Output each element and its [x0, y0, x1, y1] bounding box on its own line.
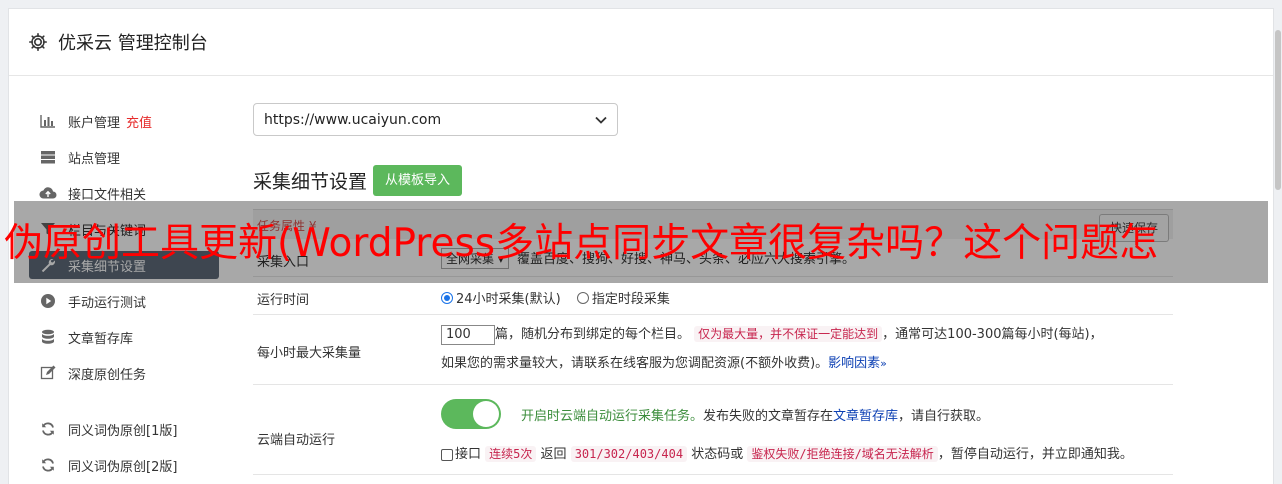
sidebar-item-label: 手动运行测试: [68, 295, 147, 311]
row-label: 运行时间: [257, 293, 310, 308]
cloud-auto-toggle[interactable]: [441, 399, 501, 429]
influence-factors-link[interactable]: 影响因素: [828, 356, 880, 371]
site-select[interactable]: https://www.ucaiyun.com: [253, 103, 618, 136]
radio-24h[interactable]: 24小时采集(默认): [441, 288, 561, 307]
sidebar-item-label: 深度原创任务: [68, 367, 147, 383]
sidebar-item-account[interactable]: 账户管理 充值: [29, 107, 219, 135]
cloud-text-4: 状态码或: [691, 447, 744, 462]
sidebar-item-sites[interactable]: 站点管理: [29, 143, 219, 171]
cloud-auto-green-text: 开启时云端自动运行采集任务。: [521, 408, 704, 424]
max-per-hour-input[interactable]: 100: [441, 324, 495, 345]
max-text-3: 如果您的需求量较大，请联系在线客服为您调配资源(不额外收费)。: [441, 356, 829, 371]
cloud-text-1: 发布失败的文章暂存在: [703, 408, 834, 424]
row-label: 每小时最大采集量: [257, 346, 362, 361]
cloud-text-2: ，请自行获取。: [898, 408, 990, 424]
checkbox-label: 接口: [455, 447, 482, 462]
sidebar-item-manual-run[interactable]: 手动运行测试: [29, 287, 219, 315]
refresh-icon: [39, 421, 57, 437]
radio-dot: [441, 291, 453, 304]
api-checkbox[interactable]: [441, 448, 453, 461]
app-title: 优采云 管理控制台: [58, 33, 208, 54]
sidebar-item-label: 接口文件相关: [68, 187, 147, 203]
app-header: 优采云 管理控制台: [9, 9, 1273, 76]
play-circle-icon: [39, 293, 57, 309]
server-icon: [39, 149, 57, 165]
site-select-value: https://www.ucaiyun.com: [264, 111, 442, 128]
section-title: 采集细节设置 从模板导入: [253, 165, 463, 196]
bar-chart-icon: [39, 113, 57, 129]
sidebar-item-article-store[interactable]: 文章暂存库: [29, 323, 219, 351]
overlay-caption: 伪原创工具更新(WordPress多站点同步文章很复杂吗？这个问题怎: [4, 221, 1159, 266]
code-five-times: 连续5次: [485, 446, 537, 462]
article-store-link[interactable]: 文章暂存库: [833, 409, 898, 424]
cloud-upload-icon: [39, 185, 57, 201]
max-text-1: 篇，随机分布到绑定的每个栏目。: [495, 327, 691, 342]
radio-label: 24小时采集(默认): [456, 292, 561, 307]
radio-scheduled[interactable]: 指定时段采集: [576, 288, 670, 307]
max-highlight: 仅为最大量，并不保证一定能达到: [694, 326, 883, 342]
chevron-down-icon: [595, 112, 607, 128]
gear-icon: [28, 32, 48, 52]
radio-dot: [576, 291, 589, 304]
import-template-button[interactable]: 从模板导入: [373, 165, 463, 196]
edit-icon: [39, 365, 57, 381]
row-label: 云端自动运行: [257, 433, 336, 448]
cloud-text-5: ，暂停自动运行，并立即通知我。: [937, 447, 1133, 462]
sidebar-item-synonym-v1[interactable]: 同义词伪原创[1版]: [29, 415, 219, 443]
section-title-text: 采集细节设置: [253, 171, 368, 193]
sidebar-item-label: 同义词伪原创[2版]: [68, 459, 178, 475]
row-max-per-hour: 每小时最大采集量 100 篇，随机分布到绑定的每个栏目。 仅为最大量，并不保证一定…: [253, 315, 1173, 385]
code-status-codes: 301/302/403/404: [570, 446, 688, 462]
sidebar-item-label: 站点管理: [68, 151, 121, 167]
refresh-icon: [39, 457, 57, 473]
cloud-text-3: 返回: [540, 447, 567, 462]
max-text-2: ，通常可达100-300篇每小时(每站)，: [882, 327, 1103, 342]
code-auth-fail: 鉴权失败/拒绝连接/域名无法解析: [747, 446, 938, 462]
radio-label: 指定时段采集: [591, 292, 670, 307]
double-chevron-down-icon[interactable]: »: [880, 357, 887, 370]
sidebar-item-label: 同义词伪原创[1版]: [68, 423, 178, 439]
row-cloud-auto: 云端自动运行 开启时云端自动运行采集任务。发布失败的文章暂存在文章暂存库，请自行…: [253, 385, 1173, 475]
sidebar-item-deep-original[interactable]: 深度原创任务: [29, 359, 219, 387]
sidebar-item-label: 文章暂存库: [68, 331, 134, 347]
recharge-badge[interactable]: 充值: [126, 112, 152, 131]
scrollbar-thumb[interactable]: [1275, 30, 1281, 190]
sidebar-item-synonym-v2[interactable]: 同义词伪原创[2版]: [29, 451, 219, 479]
database-icon: [39, 329, 57, 345]
sidebar-item-label: 账户管理: [68, 115, 121, 131]
